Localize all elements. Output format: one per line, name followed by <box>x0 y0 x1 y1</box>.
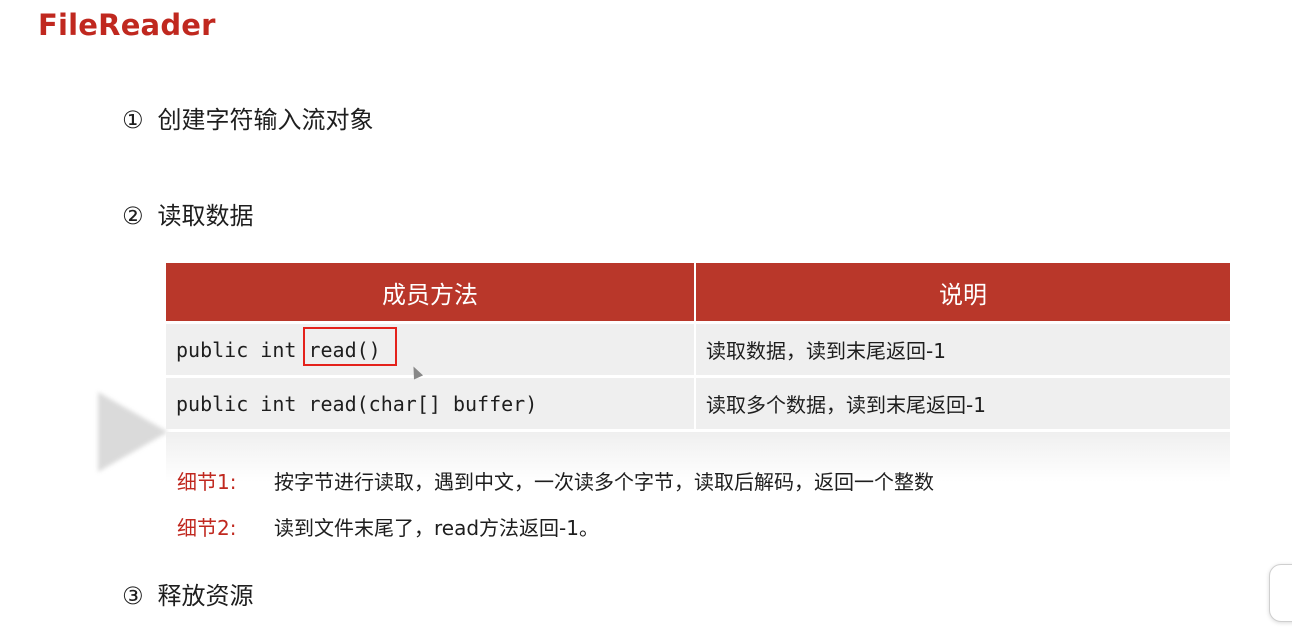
method-cell: public int read() <box>166 321 696 375</box>
detail-note-2: 细节2: 读到文件末尾了，read方法返回-1。 <box>177 512 599 541</box>
detail-label: 细节2: <box>177 516 237 540</box>
highlight-box <box>303 326 398 366</box>
description-cell: 读取多个数据，读到末尾返回-1 <box>696 375 1230 429</box>
step-text: 释放资源 <box>157 582 254 610</box>
method-cell: public int read(char[] buffer) <box>166 375 696 429</box>
description-cell: 读取数据，读到末尾返回-1 <box>696 321 1230 375</box>
floating-side-widget[interactable] <box>1269 564 1292 622</box>
page-title: FileReader <box>38 8 216 42</box>
header-description: 说明 <box>696 263 1230 321</box>
highlighted-method: read() <box>303 326 398 366</box>
step-number: ③ <box>122 582 144 610</box>
step-text: 读取数据 <box>157 202 254 230</box>
header-member-method: 成员方法 <box>166 263 696 321</box>
detail-label: 细节1: <box>177 470 237 494</box>
methods-table: 成员方法 说明 public int read() 读取数据，读到末尾返回-1 … <box>166 263 1230 429</box>
table-header-row: 成员方法 说明 <box>166 263 1230 321</box>
step-create-stream: ① 创建字符输入流对象 <box>122 100 374 135</box>
decorative-shadow <box>98 392 168 472</box>
table-row: public int read(char[] buffer) 读取多个数据，读到… <box>166 375 1230 429</box>
step-text: 创建字符输入流对象 <box>157 106 374 134</box>
step-number: ① <box>122 106 144 134</box>
method-signature: public int read(char[] buffer) <box>176 391 538 416</box>
detail-text: 读到文件末尾了，read方法返回-1。 <box>274 516 599 540</box>
method-signature-prefix: public int <box>176 337 309 362</box>
step-release-resources: ③ 释放资源 <box>122 576 254 611</box>
step-number: ② <box>122 202 144 230</box>
table-row: public int read() 读取数据，读到末尾返回-1 <box>166 321 1230 375</box>
detail-text: 按字节进行读取，遇到中文，一次读多个字节，读取后解码，返回一个整数 <box>274 470 934 494</box>
detail-note-1: 细节1: 按字节进行读取，遇到中文，一次读多个字节，读取后解码，返回一个整数 <box>177 466 934 495</box>
step-read-data: ② 读取数据 <box>122 196 254 231</box>
